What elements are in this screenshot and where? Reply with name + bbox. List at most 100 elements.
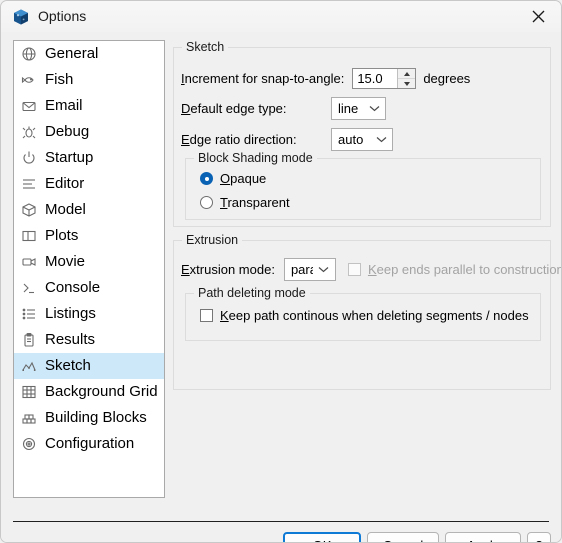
radio-transparent[interactable]: Transparent: [200, 195, 290, 210]
sidebar-item-label: Listings: [45, 305, 96, 322]
extrusion-mode-label: Extrusion mode:: [181, 262, 275, 277]
sidebar-item-movie[interactable]: Movie: [14, 249, 164, 275]
sidebar-item-fish[interactable]: Fish: [14, 67, 164, 93]
radio-transparent-rest: ransparent: [227, 195, 290, 210]
panels-icon: [19, 226, 39, 246]
extrusion-mode-mnemonic: E: [181, 262, 190, 277]
gear-circle-icon: [19, 434, 39, 454]
default-edge-type-row: Default edge type: line: [181, 97, 545, 120]
chevron-down-icon[interactable]: [363, 105, 385, 112]
cube-icon: [19, 200, 39, 220]
sidebar-item-label: General: [45, 45, 99, 62]
sidebar-item-editor[interactable]: Editor: [14, 171, 164, 197]
close-icon[interactable]: [515, 1, 561, 32]
cancel-button[interactable]: Cancel: [367, 532, 439, 543]
radio-opaque-label: Opaque: [220, 171, 266, 186]
sketch-icon: [19, 356, 39, 376]
sidebar-item-label: Plots: [45, 227, 79, 244]
envelope-icon: [19, 96, 39, 116]
default-edge-type-select[interactable]: line: [331, 97, 386, 120]
dialog-body: General Fish Email Debug Startup Editor Model P…: [1, 32, 561, 542]
edge-ratio-direction-select[interactable]: auto: [331, 128, 393, 151]
block-shading-groupbox: Block Shading mode Opaque Transparent: [185, 151, 541, 220]
chevron-down-icon[interactable]: [313, 266, 335, 273]
sidebar-item-listings[interactable]: Listings: [14, 301, 164, 327]
checkbox-keep-ends-parallel-label: Keep ends parallel to construction plane: [367, 262, 562, 277]
sidebar-item-plots[interactable]: Plots: [14, 223, 164, 249]
sidebar-item-general[interactable]: General: [14, 41, 164, 67]
bug-icon: [19, 122, 39, 142]
apply-button-label: Apply: [467, 538, 500, 543]
sidebar-item-background-grid[interactable]: Background Grid: [14, 379, 164, 405]
cancel-button-label: Cancel: [383, 538, 423, 543]
dialog-footer: OK Cancel Apply ?: [1, 522, 561, 543]
apply-button[interactable]: Apply: [445, 532, 521, 543]
sidebar-item-label: Sketch: [45, 357, 91, 374]
sidebar-item-email[interactable]: Email: [14, 93, 164, 119]
snap-angle-value[interactable]: 15.0: [353, 69, 398, 88]
sidebar-item-startup[interactable]: Startup: [14, 145, 164, 171]
radio-opaque-rest: paque: [230, 171, 267, 186]
path-deleting-group-title: Path deleting mode: [194, 286, 310, 300]
radio-transparent-label: Transparent: [220, 195, 290, 210]
spin-down-icon[interactable]: [398, 79, 415, 88]
blocks-icon: [19, 408, 39, 428]
extrusion-mode-select[interactable]: parallel: [283, 258, 336, 281]
snap-angle-label-rest: ncrement for snap-to-angle:: [184, 71, 345, 86]
snap-angle-spin-buttons[interactable]: [397, 69, 416, 88]
extrusion-groupbox: Extrusion Extrusion mode: parallel Ke: [173, 233, 561, 390]
checkbox-keep-path-continuous-box[interactable]: [200, 309, 213, 322]
help-button[interactable]: ?: [527, 532, 551, 543]
extrusion-mode-label-rest: xtrusion mode:: [189, 262, 275, 277]
chevron-down-icon[interactable]: [370, 136, 392, 143]
sidebar-item-console[interactable]: Console: [14, 275, 164, 301]
extrusion-mode-row: Extrusion mode: parallel Keep ends paral…: [181, 258, 562, 281]
help-button-label: ?: [535, 538, 542, 543]
checkbox-keep-ends-parallel-box: [347, 263, 361, 276]
ok-button[interactable]: OK: [283, 532, 361, 542]
globe-icon: [19, 44, 39, 64]
sidebar-item-model[interactable]: Model: [14, 197, 164, 223]
camera-icon: [19, 252, 39, 272]
snap-angle-label: Increment for snap-to-angle:: [181, 71, 344, 86]
list-icon: [19, 304, 39, 324]
checkbox-keep-path-continuous[interactable]: Keep path continous when deleting segmen…: [200, 308, 529, 323]
edge-ratio-direction-label-rest: dge ratio direction:: [189, 132, 297, 147]
clipboard-icon: [19, 330, 39, 350]
apply-rest: pply: [475, 538, 499, 543]
default-edge-type-label: Default edge type:: [181, 101, 321, 116]
grid-icon: [19, 382, 39, 402]
sidebar-item-label: Editor: [45, 175, 85, 192]
block-shading-group-title: Block Shading mode: [194, 151, 317, 165]
sidebar-item-label: Debug: [45, 123, 90, 140]
sketch-groupbox: Sketch Increment for snap-to-angle: 15.0…: [173, 40, 551, 227]
default-edge-type-label-rest: efault edge type:: [190, 101, 287, 116]
sidebar-item-sketch[interactable]: Sketch: [14, 353, 164, 379]
sidebar-item-configuration[interactable]: Configuration: [14, 431, 164, 457]
sidebar-item-building-blocks[interactable]: Building Blocks: [14, 405, 164, 431]
sidebar-item-results[interactable]: Results: [14, 327, 164, 353]
keep-path-continuous-rest: eep path continous when deleting segment…: [228, 308, 529, 323]
radio-opaque-indicator[interactable]: [200, 172, 213, 185]
edge-ratio-direction-value: auto: [338, 132, 364, 147]
power-icon: [19, 148, 39, 168]
category-list[interactable]: General Fish Email Debug Startup Editor Model P…: [13, 40, 165, 498]
keep-ends-parallel-mnemonic: K: [367, 262, 377, 277]
snap-angle-stepper[interactable]: 15.0: [352, 68, 417, 89]
sketch-group-title: Sketch: [182, 40, 229, 54]
checkbox-keep-ends-parallel: Keep ends parallel to construction plane: [347, 262, 562, 277]
sidebar-item-label: Movie: [45, 253, 86, 270]
sidebar-item-label: Background Grid: [45, 383, 158, 400]
spin-up-icon[interactable]: [398, 69, 416, 79]
sidebar-item-label: Console: [45, 279, 101, 296]
radio-opaque[interactable]: Opaque: [200, 171, 266, 186]
lines-icon: [19, 174, 39, 194]
radio-transparent-indicator[interactable]: [200, 196, 213, 209]
checkbox-keep-path-continuous-label: Keep path continous when deleting segmen…: [220, 308, 529, 323]
sidebar-item-debug[interactable]: Debug: [14, 119, 164, 145]
sidebar-item-label: Model: [45, 201, 86, 218]
settings-pane: Sketch Increment for snap-to-angle: 15.0…: [173, 40, 561, 498]
keep-ends-parallel-rest: eep ends parallel to construction plane: [376, 262, 562, 277]
sidebar-item-label: Email: [45, 97, 83, 114]
default-edge-type-mnemonic: D: [181, 101, 191, 116]
